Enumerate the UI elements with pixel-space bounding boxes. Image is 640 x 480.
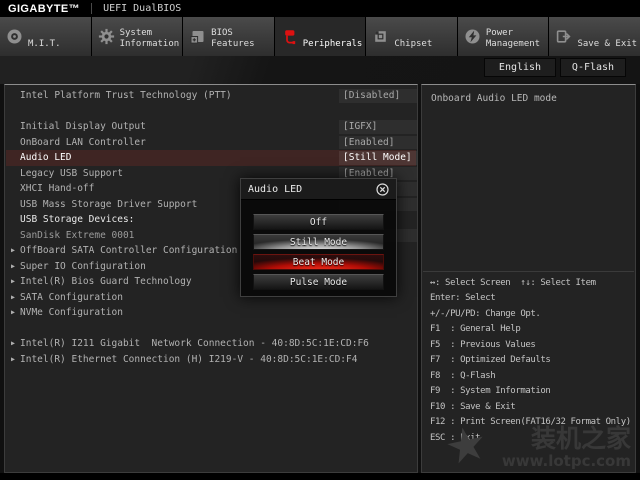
tab-bar: M.I.T. System Information BIOS Features Per… xyxy=(0,17,640,56)
setting-label: OffBoard SATA Controller Configuration xyxy=(20,245,237,256)
spacer-row xyxy=(6,321,416,337)
setting-label: XHCI Hand-off xyxy=(20,183,94,194)
divider xyxy=(423,271,634,272)
key-help-line: ↔: Select Screen ↑↓: Select Item xyxy=(430,275,633,291)
setting-row-nvme-configuration[interactable]: ▶ NVMe Configuration xyxy=(6,305,416,321)
tab-label: Save & Exit xyxy=(577,39,637,50)
watermark-url: www.lotpc.com xyxy=(502,452,631,470)
close-icon[interactable] xyxy=(376,183,389,196)
tab-bios-features[interactable]: BIOS Features xyxy=(183,17,274,56)
language-button[interactable]: English xyxy=(484,58,556,77)
setting-label: SanDisk Extreme 0001 xyxy=(20,230,134,241)
divider xyxy=(91,3,92,14)
setting-row-onboard-lan-controller[interactable]: OnBoard LAN Controller [Enabled] xyxy=(6,135,416,151)
gigabyte-logo: GIGABYTE™ xyxy=(8,3,80,15)
tab-label: Power Management xyxy=(486,28,540,50)
tab-chipset[interactable]: Chipset xyxy=(366,17,457,56)
submenu-arrow-icon: ▶ xyxy=(11,294,15,301)
setting-label: Initial Display Output xyxy=(20,121,146,132)
setting-value: [Disabled] xyxy=(339,89,417,103)
setting-label: USB Storage Devices: xyxy=(20,214,134,225)
tab-label: BIOS Features xyxy=(211,28,254,50)
submenu-arrow-icon: ▶ xyxy=(11,247,15,254)
submenu-arrow-icon: ▶ xyxy=(11,263,15,270)
setting-label: Intel Platform Trust Technology (PTT) xyxy=(20,90,232,101)
qflash-button[interactable]: Q-Flash xyxy=(560,58,626,77)
firmware-title: UEFI DualBIOS xyxy=(103,3,181,14)
setting-label: Audio LED xyxy=(20,152,71,163)
bottom-strip xyxy=(0,473,640,480)
tab-system-information[interactable]: System Information xyxy=(92,17,183,56)
dialog-option-still-mode[interactable]: Still Mode xyxy=(253,234,384,250)
setting-label: Intel(R) Bios Guard Technology xyxy=(20,276,192,287)
submenu-arrow-icon: ▶ xyxy=(11,278,15,285)
tab-label: System Information xyxy=(120,28,180,50)
chipset-icon xyxy=(372,28,389,45)
submenu-arrow-icon: ▶ xyxy=(11,356,15,363)
dialog-option-off[interactable]: Off xyxy=(253,214,384,230)
setting-label: Intel(R) Ethernet Connection (H) I219-V … xyxy=(20,354,357,365)
setting-value: [Enabled] xyxy=(339,136,417,150)
bios-screen: GIGABYTE™ UEFI DualBIOS M.I.T. System Inf… xyxy=(0,0,640,480)
bios-features-icon xyxy=(189,28,206,45)
tab-label: Peripherals xyxy=(303,39,363,50)
tab-label: M.I.T. xyxy=(28,39,61,50)
key-help-line: Enter: Select xyxy=(430,291,633,307)
power-management-icon xyxy=(464,28,481,45)
audio-led-dialog: Audio LED Off Still Mode Beat Mode Pulse Mo… xyxy=(240,178,397,297)
submenu-arrow-icon: ▶ xyxy=(11,309,15,316)
key-help-line: F7 : Optimized Defaults xyxy=(430,353,633,369)
spacer-row xyxy=(6,104,416,120)
setting-row-initial-display-output[interactable]: Initial Display Output [IGFX] xyxy=(6,119,416,135)
save-exit-icon xyxy=(555,28,572,45)
item-help-text: Onboard Audio LED mode xyxy=(422,85,635,112)
setting-label: OnBoard LAN Controller xyxy=(20,137,146,148)
dialog-title-bar: Audio LED xyxy=(241,179,396,200)
tab-power-management[interactable]: Power Management xyxy=(458,17,549,56)
setting-row-audio-led[interactable]: Audio LED [Still Mode] xyxy=(6,150,416,166)
setting-row-intel-r-ethernet-connection-h-i219-v-40-8d-5c-1e-cd-f4[interactable]: ▶ Intel(R) Ethernet Connection (H) I219-V… xyxy=(6,352,416,368)
setting-label: USB Mass Storage Driver Support xyxy=(20,199,197,210)
setting-label: NVMe Configuration xyxy=(20,307,123,318)
setting-label: Legacy USB Support xyxy=(20,168,123,179)
dialog-title: Audio LED xyxy=(248,184,302,195)
setting-label: Super IO Configuration xyxy=(20,261,146,272)
dialog-option-pulse-mode[interactable]: Pulse Mode xyxy=(253,274,384,290)
setting-row-intel-r-i211-gigabit-network-connection-40-8d-5c-1e-cd-f6[interactable]: ▶ Intel(R) I211 Gigabit Network Connectio… xyxy=(6,336,416,352)
setting-value: [IGFX] xyxy=(339,120,417,134)
tab-m-i-t[interactable]: M.I.T. xyxy=(0,17,91,56)
key-help-line: F1 : General Help xyxy=(430,322,633,338)
key-help-line: +/-/PU/PD: Change Opt. xyxy=(430,306,633,322)
setting-label: Intel(R) I211 Gigabit Network Connection… xyxy=(20,338,369,349)
key-help-line: F9 : System Information xyxy=(430,384,633,400)
dialog-option-beat-mode[interactable]: Beat Mode xyxy=(253,254,384,270)
setting-row-intel-platform-trust-technology-ptt[interactable]: Intel Platform Trust Technology (PTT) [Di… xyxy=(6,88,416,104)
peripherals-icon xyxy=(281,28,298,45)
mit-icon xyxy=(6,28,23,45)
tab-label: Chipset xyxy=(394,39,432,50)
tab-save-exit[interactable]: Save & Exit xyxy=(549,17,640,56)
setting-value: [Still Mode] xyxy=(339,151,417,165)
submenu-arrow-icon: ▶ xyxy=(11,340,15,347)
key-help-line: F8 : Q-Flash xyxy=(430,368,633,384)
key-help-line: F5 : Previous Values xyxy=(430,337,633,353)
tab-peripherals[interactable]: Peripherals xyxy=(275,17,366,56)
dialog-options: Off Still Mode Beat Mode Pulse Mode xyxy=(253,214,384,294)
top-bar: GIGABYTE™ UEFI DualBIOS xyxy=(0,0,640,17)
setting-label: SATA Configuration xyxy=(20,292,123,303)
help-panel: Onboard Audio LED mode ↔: Select Screen … xyxy=(421,84,636,473)
system-information-icon xyxy=(98,28,115,45)
